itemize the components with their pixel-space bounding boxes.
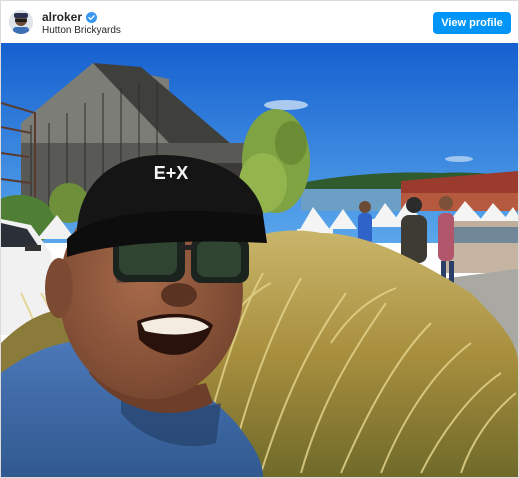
- avatar[interactable]: [9, 10, 33, 34]
- post-header: alroker Hutton Brickyards View profile: [1, 1, 518, 43]
- username[interactable]: alroker: [42, 10, 82, 24]
- instagram-embed-card: alroker Hutton Brickyards View profile E…: [0, 0, 519, 478]
- post-photo[interactable]: E+X: [1, 43, 518, 477]
- cloud: [264, 100, 308, 110]
- view-profile-button[interactable]: View profile: [433, 12, 511, 34]
- man-ear: [45, 258, 73, 318]
- username-row: alroker: [42, 10, 98, 24]
- post-location[interactable]: Hutton Brickyards: [42, 25, 121, 37]
- cap-logo: E+X: [154, 163, 189, 183]
- verified-badge-icon: [86, 11, 98, 23]
- cloud: [445, 156, 473, 162]
- avatar-image: [9, 10, 33, 34]
- man-nose: [161, 283, 197, 307]
